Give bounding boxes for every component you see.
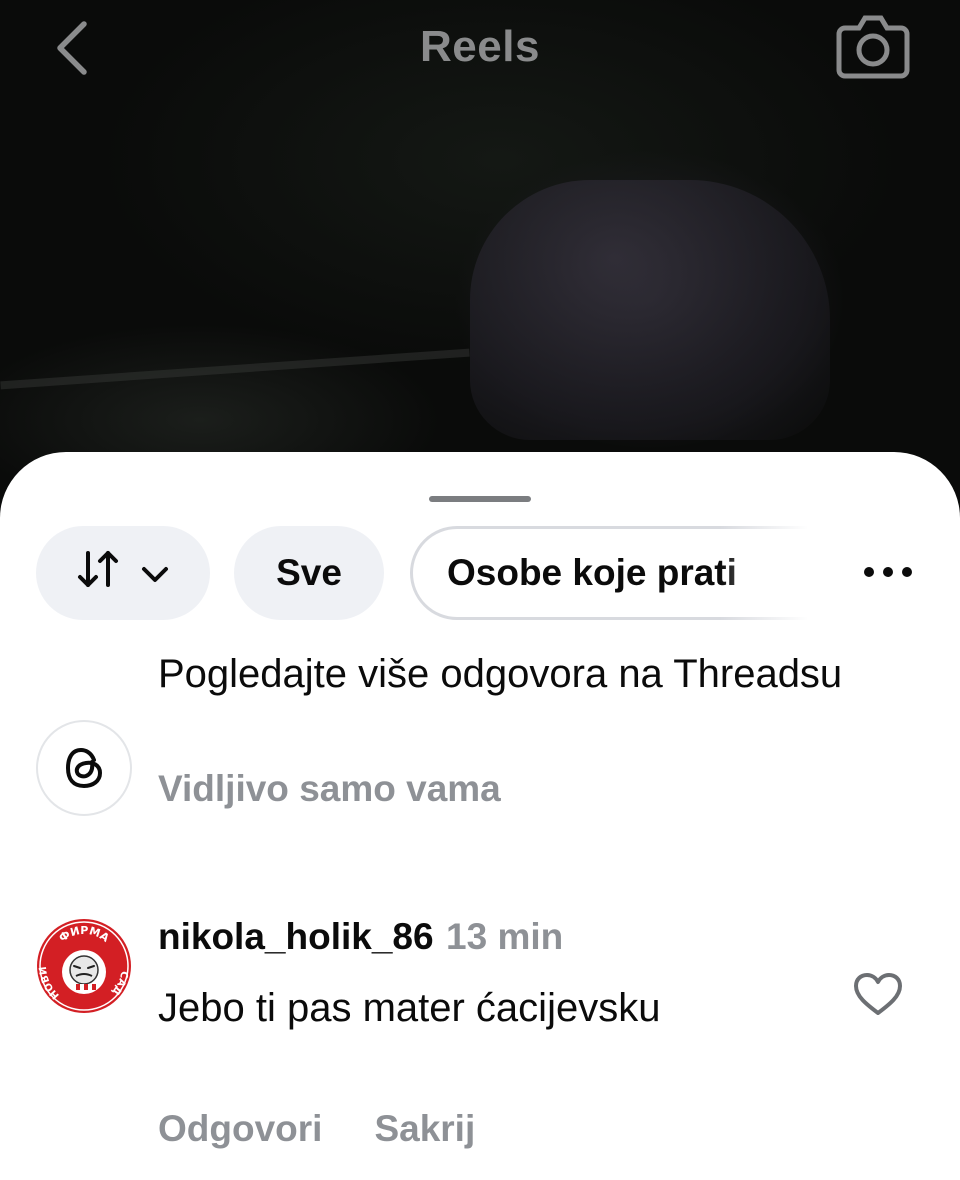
avatar[interactable]: ФИРМА НОВИ САД bbox=[36, 918, 132, 1014]
threads-prompt-subtitle: Vidljivo samo vama bbox=[158, 768, 501, 809]
camera-button[interactable] bbox=[834, 12, 912, 84]
comment-actions: Odgovori Sakrij bbox=[158, 1108, 475, 1150]
comment-item: ФИРМА НОВИ САД nikola_holik_86 13 min Je… bbox=[0, 912, 960, 1172]
hide-button[interactable]: Sakrij bbox=[374, 1108, 475, 1150]
more-horizontal-icon bbox=[863, 565, 913, 583]
filter-bar: Sve Osobe koje prati bbox=[0, 526, 960, 620]
threads-prompt-title: Pogledajte više odgovora na Threadsu bbox=[158, 652, 843, 696]
top-bar: Reels bbox=[0, 0, 960, 100]
filter-chip-all[interactable]: Sve bbox=[234, 526, 384, 620]
sort-arrows-icon bbox=[76, 549, 120, 598]
threads-icon bbox=[36, 720, 132, 816]
more-options-button[interactable] bbox=[852, 554, 924, 594]
camera-icon bbox=[835, 12, 911, 85]
chevron-down-icon bbox=[140, 552, 170, 594]
comment-username[interactable]: nikola_holik_86 bbox=[158, 916, 434, 957]
like-button[interactable] bbox=[846, 966, 910, 1026]
comments-sheet: Sve Osobe koje prati Pogledajte više odg… bbox=[0, 452, 960, 1180]
video-railing bbox=[0, 348, 470, 390]
sort-button[interactable] bbox=[36, 526, 210, 620]
comment-timestamp: 13 min bbox=[446, 916, 564, 957]
sheet-grabber[interactable] bbox=[429, 496, 531, 502]
threads-prompt[interactable]: Pogledajte više odgovora na Threadsu Vid… bbox=[0, 648, 960, 816]
page-title: Reels bbox=[420, 22, 540, 71]
video-figure bbox=[470, 180, 830, 440]
reply-button[interactable]: Odgovori bbox=[158, 1108, 322, 1150]
filter-chip-following-label: Osobe koje prati bbox=[447, 552, 737, 593]
heart-outline-icon bbox=[852, 971, 904, 1022]
filter-chip-following[interactable]: Osobe koje prati bbox=[410, 526, 870, 620]
comment-header: nikola_holik_86 13 min bbox=[158, 916, 563, 958]
comment-text: Jebo ti pas mater ćacijevsku bbox=[158, 986, 661, 1030]
